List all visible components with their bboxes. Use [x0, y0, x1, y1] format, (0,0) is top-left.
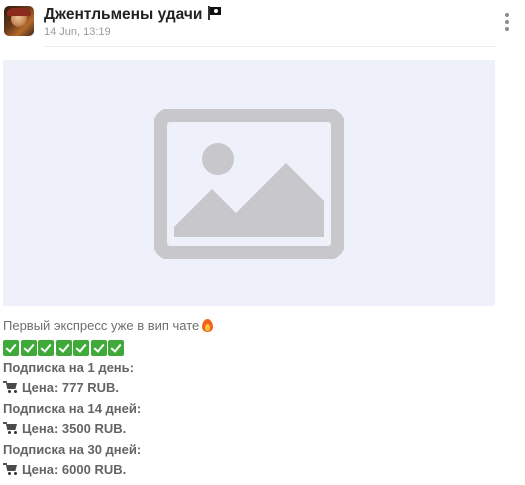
check-marks-row: [3, 338, 503, 358]
channel-post: Джентльмены удачи 14 Jun, 13:19 Первый э…: [0, 0, 525, 485]
check-mark-icon: [108, 339, 124, 356]
post-text: Первый экспресс уже в вип чате Подписка …: [3, 316, 503, 481]
channel-name-text: Джентльмены удачи: [44, 6, 203, 23]
check-mark-icon: [38, 339, 54, 356]
price-30-days-text: Цена: 6000 RUB.: [22, 462, 127, 477]
image-placeholder-icon: [154, 109, 344, 259]
price-14-days: Цена: 3500 RUB.: [3, 419, 503, 440]
fire-icon: [202, 318, 214, 332]
subscription-14-days: Подписка на 14 дней:: [3, 400, 142, 416]
post-timestamp: 14 Jun, 13:19: [44, 26, 111, 38]
post-image[interactable]: [3, 60, 495, 306]
post-header: Джентльмены удачи 14 Jun, 13:19: [0, 0, 525, 46]
check-mark-icon: [3, 339, 19, 356]
shopping-cart-icon: [3, 462, 18, 475]
shopping-cart-icon: [3, 380, 18, 393]
price-1-day: Цена: 777 RUB.: [3, 378, 503, 399]
price-14-days-text: Цена: 3500 RUB.: [22, 421, 127, 436]
pirate-flag-icon: [207, 6, 222, 20]
check-mark-icon: [55, 339, 72, 356]
subscription-1-day: Подписка на 1 день:: [3, 359, 134, 375]
price-1-day-text: Цена: 777 RUB.: [22, 380, 119, 395]
check-mark-icon: [20, 339, 37, 356]
channel-avatar[interactable]: [4, 6, 34, 36]
shopping-cart-icon: [3, 421, 18, 434]
check-mark-icon: [73, 339, 89, 356]
header-divider: [44, 46, 496, 47]
channel-title[interactable]: Джентльмены удачи: [44, 6, 222, 24]
more-vertical-icon[interactable]: [503, 12, 511, 32]
subscription-30-days: Подписка на 30 дней:: [3, 441, 142, 457]
check-mark-icon: [90, 339, 107, 356]
intro-text: Первый экспресс уже в вип чате: [3, 318, 200, 333]
intro-line: Первый экспресс уже в вип чате: [3, 316, 503, 337]
price-30-days: Цена: 6000 RUB.: [3, 460, 503, 481]
